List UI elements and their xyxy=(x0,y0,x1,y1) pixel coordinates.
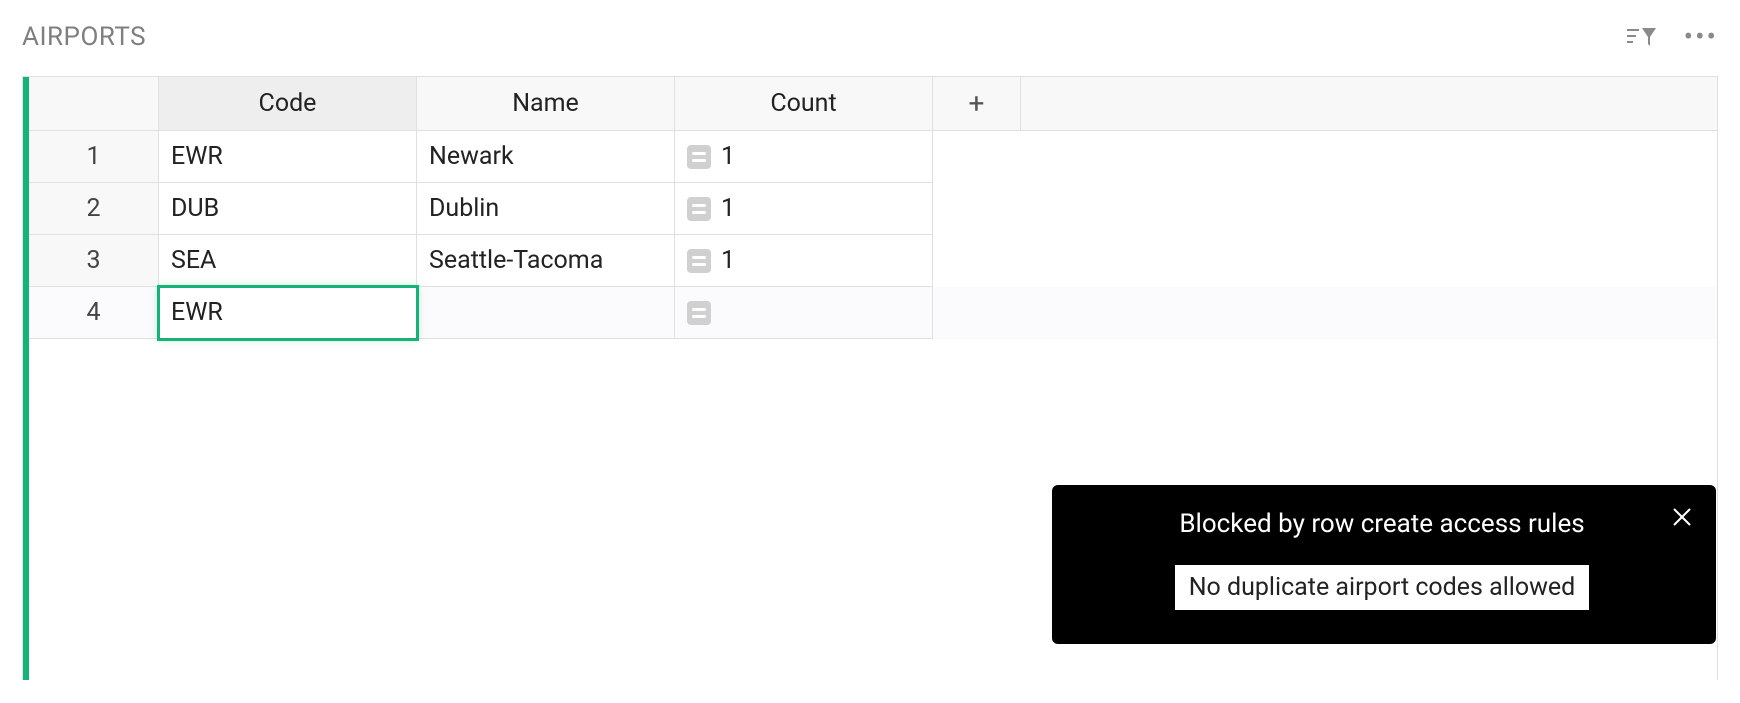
row-number[interactable]: 1 xyxy=(29,131,159,183)
section-header: AIRPORTS ••• xyxy=(0,0,1740,64)
column-header-count[interactable]: Count xyxy=(675,77,933,131)
count-value: 1 xyxy=(721,142,735,171)
close-icon[interactable] xyxy=(1668,503,1696,531)
cell-name[interactable]: Dublin xyxy=(417,183,675,235)
count-value: 1 xyxy=(721,194,735,223)
header-filler xyxy=(1021,77,1717,131)
cell-name[interactable] xyxy=(417,287,675,339)
table-row: 3 SEA Seattle-Tacoma 1 xyxy=(29,235,1717,287)
cell-code-editing[interactable]: EWR xyxy=(159,287,417,339)
toast-title: Blocked by row create access rules xyxy=(1108,509,1656,539)
reflist-icon xyxy=(687,145,711,169)
cell-filler xyxy=(933,287,1717,339)
grid-corner xyxy=(29,77,159,131)
section-title: AIRPORTS xyxy=(22,22,146,52)
cell-code[interactable]: EWR xyxy=(159,131,417,183)
cell-name[interactable]: Seattle-Tacoma xyxy=(417,235,675,287)
cell-count[interactable]: 1 xyxy=(675,235,933,287)
table-row: 1 EWR Newark 1 xyxy=(29,131,1717,183)
section-tools: ••• xyxy=(1626,22,1718,52)
reflist-icon xyxy=(687,249,711,273)
grid-header-row: Code Name Count + xyxy=(29,77,1717,131)
error-toast: Blocked by row create access rules No du… xyxy=(1052,485,1716,644)
row-number[interactable]: 3 xyxy=(29,235,159,287)
cell-filler xyxy=(933,235,1717,287)
cell-code[interactable]: DUB xyxy=(159,183,417,235)
reflist-icon xyxy=(687,197,711,221)
cell-name[interactable]: Newark xyxy=(417,131,675,183)
table-row-new: 4 EWR xyxy=(29,287,1717,339)
cell-filler xyxy=(933,131,1717,183)
add-column-button[interactable]: + xyxy=(933,77,1021,131)
toast-message: No duplicate airport codes allowed xyxy=(1175,565,1590,610)
cell-count[interactable]: 1 xyxy=(675,183,933,235)
row-number[interactable]: 2 xyxy=(29,183,159,235)
table-row: 2 DUB Dublin 1 xyxy=(29,183,1717,235)
cell-count[interactable]: 1 xyxy=(675,131,933,183)
cell-filler xyxy=(933,183,1717,235)
count-value: 1 xyxy=(721,246,735,275)
more-menu-icon[interactable]: ••• xyxy=(1684,23,1718,51)
cell-count[interactable] xyxy=(675,287,933,339)
reflist-icon xyxy=(687,301,711,325)
column-header-code[interactable]: Code xyxy=(159,77,417,131)
cell-code[interactable]: SEA xyxy=(159,235,417,287)
row-number[interactable]: 4 xyxy=(29,287,159,339)
filter-sort-icon[interactable] xyxy=(1626,22,1656,52)
column-header-name[interactable]: Name xyxy=(417,77,675,131)
